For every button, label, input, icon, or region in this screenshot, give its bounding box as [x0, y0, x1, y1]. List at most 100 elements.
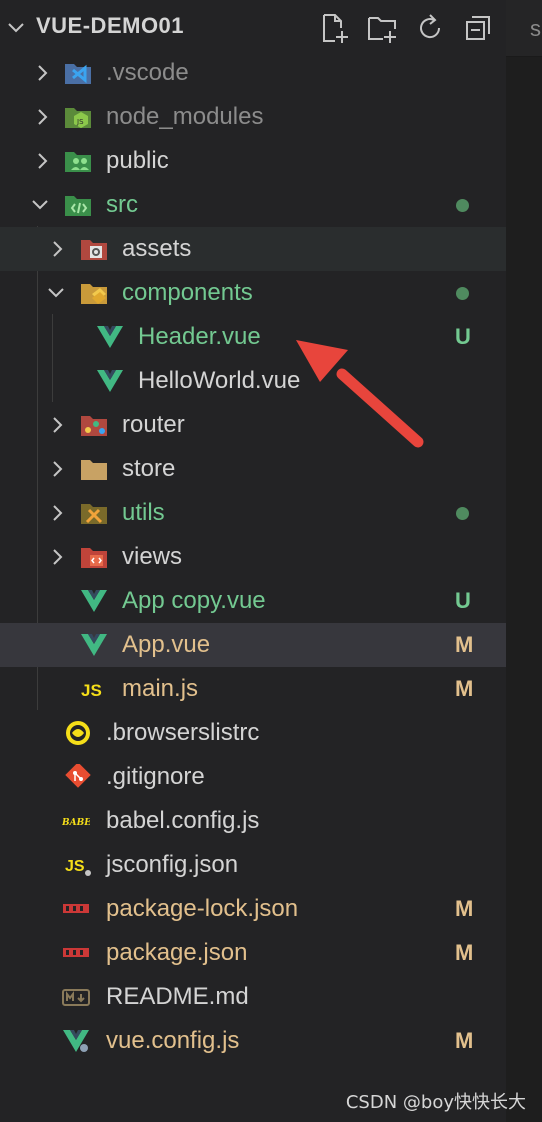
node-folder-icon: JS: [65, 108, 91, 128]
tree-item-gitignore[interactable]: .gitignore: [0, 755, 506, 799]
jsconfig-icon: JS: [65, 858, 91, 876]
tree-item-label: HelloWorld.vue: [138, 367, 301, 394]
vue-file-icon: [81, 634, 107, 656]
modified-dot: [456, 287, 469, 300]
javascript-file-icon: JS: [81, 681, 102, 700]
chevron-right-icon: [38, 65, 48, 81]
chevron-right-icon: [53, 461, 63, 477]
components-folder-icon: [81, 284, 107, 304]
tree-item-readme[interactable]: README.md: [0, 975, 506, 1019]
vue-config-icon: [63, 1030, 89, 1052]
editor-tab-bar: s: [506, 0, 542, 57]
tree-item-store[interactable]: store: [0, 447, 506, 491]
babel-icon: BABEL: [62, 818, 90, 828]
tree-item-label: node_modules: [106, 103, 264, 130]
tree-item-label: package-lock.json: [106, 895, 299, 922]
tree-item-label: components: [122, 279, 253, 306]
tree-item-label: jsconfig.json: [106, 851, 239, 878]
markdown-icon: [62, 989, 90, 1006]
browserslist-icon: [66, 721, 90, 745]
new-file-icon[interactable]: [318, 12, 350, 44]
chevron-right-icon: [53, 505, 63, 521]
tree-item-package-lock[interactable]: package-lock.json M: [0, 887, 506, 931]
chevron-right-icon: [38, 109, 48, 125]
chevron-down-icon: [32, 200, 48, 210]
tree-item-node-modules[interactable]: JS node_modules: [0, 95, 506, 139]
git-status-badge: M: [455, 940, 474, 965]
views-folder-icon: [81, 548, 107, 568]
public-folder-icon: [65, 152, 91, 172]
tree-item-label: .gitignore: [106, 763, 205, 790]
new-folder-icon[interactable]: [366, 12, 398, 44]
editor-tab-label[interactable]: s: [530, 16, 541, 42]
git-icon: [65, 764, 91, 788]
tree-item-components[interactable]: components: [0, 271, 506, 315]
tree-item-app-vue[interactable]: App.vue M: [0, 623, 506, 667]
tree-item-label: store: [122, 455, 176, 482]
git-status-badge: U: [455, 588, 471, 613]
chevron-right-icon: [38, 153, 48, 169]
chevron-right-icon: [53, 417, 63, 433]
tree-item-vue-config[interactable]: vue.config.js M: [0, 1019, 506, 1063]
chevron-down-icon: [48, 288, 64, 298]
tree-item-label: assets: [122, 235, 192, 262]
tree-item-label: README.md: [106, 983, 249, 1010]
tree-item-label: src: [106, 191, 138, 218]
collapse-all-icon[interactable]: [462, 12, 494, 44]
tree-item-browserslistrc[interactable]: .browserslistrc: [0, 711, 506, 755]
tree-item-label: .vscode: [106, 59, 189, 86]
git-status-badge: M: [455, 676, 474, 701]
tree-item-header-vue[interactable]: Header.vue U: [0, 315, 506, 359]
tree-item-app-copy-vue[interactable]: App copy.vue U: [0, 579, 506, 623]
tree-item-label: router: [122, 411, 185, 438]
tree-item-src[interactable]: src: [0, 183, 506, 227]
tree-item-label: Header.vue: [138, 323, 261, 350]
router-folder-icon: [81, 416, 107, 436]
editor-area: s: [506, 0, 542, 1122]
svg-text:BABEL: BABEL: [62, 818, 90, 828]
tree-item-package-json[interactable]: package.json M: [0, 931, 506, 975]
tree-item-helloworld-vue[interactable]: HelloWorld.vue: [0, 359, 506, 403]
git-status-badge: M: [455, 1028, 474, 1053]
assets-folder-icon: [81, 240, 107, 260]
vue-file-icon: [81, 590, 107, 612]
tree-item-jsconfig[interactable]: JS jsconfig.json: [0, 843, 506, 887]
tree-item-label: .browserslistrc: [106, 719, 260, 746]
tree-item-label: babel.config.js: [106, 807, 260, 834]
explorer-panel: VUE-DEMO01 .vscode JS node_modules publi…: [0, 0, 506, 1122]
tree-item-router[interactable]: router: [0, 403, 506, 447]
npm-icon: [63, 948, 89, 957]
git-status-badge: U: [455, 324, 471, 349]
tree-item-label: public: [106, 147, 169, 174]
tree-item-label: views: [122, 543, 183, 570]
modified-dot: [456, 507, 469, 520]
tree-item-views[interactable]: views: [0, 535, 506, 579]
refresh-icon[interactable]: [414, 12, 446, 44]
git-status-badge: M: [455, 896, 474, 921]
utils-folder-icon: [81, 504, 107, 524]
vscode-folder-icon: [65, 64, 91, 84]
tree-item-assets[interactable]: assets: [0, 227, 506, 271]
annotation-arrow: [296, 340, 424, 448]
tree-item-label: utils: [122, 499, 165, 526]
tree-item-label: vue.config.js: [106, 1027, 240, 1054]
vue-file-icon: [97, 370, 123, 392]
git-status-badge: M: [455, 632, 474, 657]
tree-item-main-js[interactable]: JS main.js M: [0, 667, 506, 711]
watermark: CSDN @boy快快长大: [345, 1092, 526, 1113]
workspace-title[interactable]: VUE-DEMO01: [36, 13, 184, 39]
modified-dot: [456, 199, 469, 212]
src-folder-icon: [65, 196, 91, 216]
svg-text:JS: JS: [76, 118, 84, 126]
tree-item-vscode[interactable]: .vscode: [0, 51, 506, 95]
svg-text:JS: JS: [65, 858, 85, 875]
tree-item-public[interactable]: public: [0, 139, 506, 183]
npm-icon: [63, 904, 89, 913]
tree-item-babel-config[interactable]: BABEL babel.config.js: [0, 799, 506, 843]
tree-item-label: main.js: [122, 675, 199, 702]
tree-item-utils[interactable]: utils: [0, 491, 506, 535]
chevron-down-icon[interactable]: [6, 18, 26, 38]
tree-item-label: App copy.vue: [122, 587, 266, 614]
chevron-right-icon: [53, 241, 63, 257]
explorer-header: VUE-DEMO01: [0, 0, 506, 56]
